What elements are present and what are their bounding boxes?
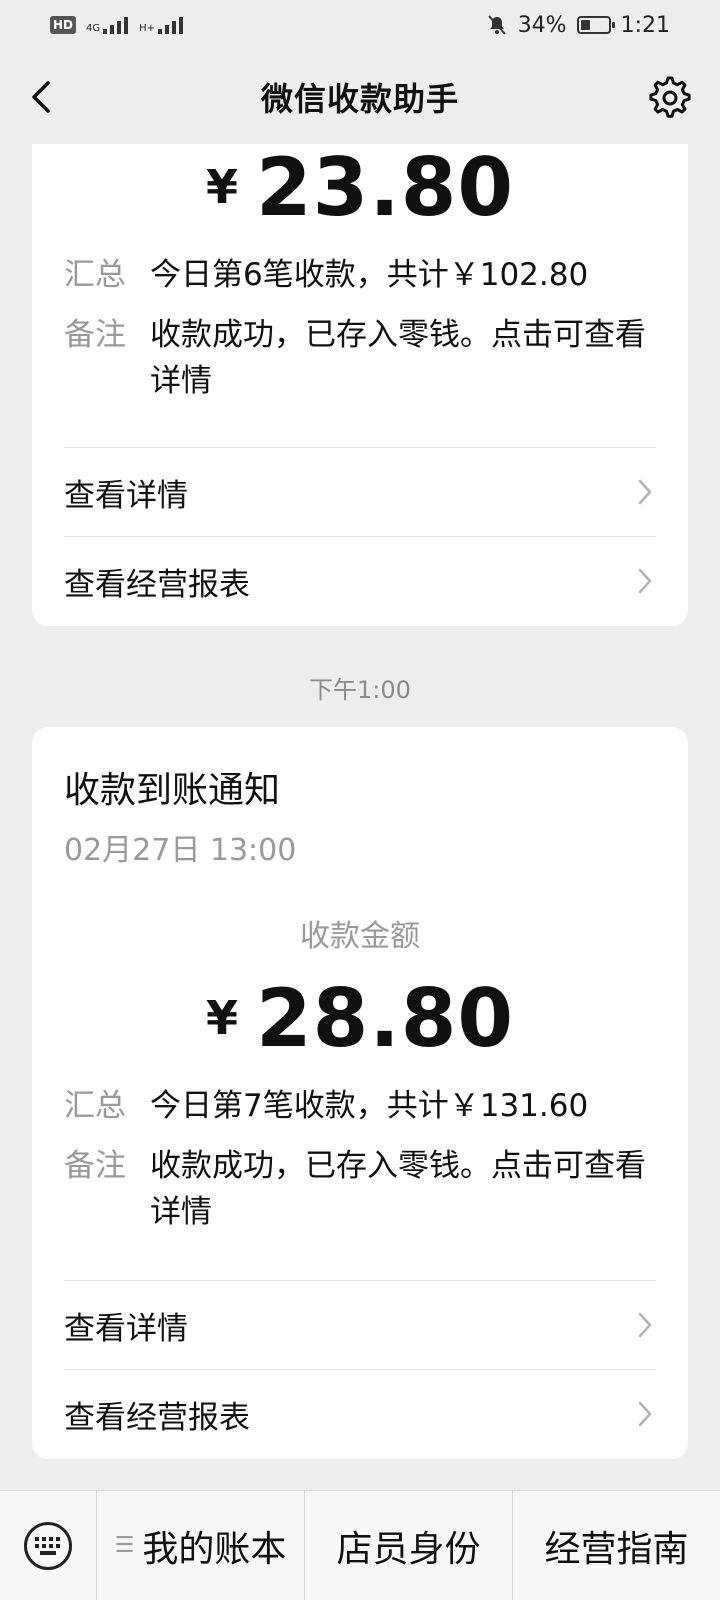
menu-my-ledger[interactable]: ☰ 我的账本 [96, 1491, 304, 1600]
amount-value: 23.80 [255, 141, 515, 234]
note-label: 备注 [64, 1148, 126, 1184]
note-row: 备注 收款成功，已存入零钱。点击可查看详情 [64, 312, 654, 404]
chevron-right-icon [638, 479, 652, 505]
view-report-label: 查看经营报表 [64, 1399, 250, 1436]
signal-4g: 4G [86, 16, 129, 34]
hd-badge: HD [50, 16, 77, 34]
amount-value: 28.80 [255, 972, 515, 1065]
bottom-menu-bar: ☰ 我的账本 店员身份 经营指南 [0, 1490, 720, 1600]
chevron-right-icon [638, 1312, 652, 1338]
view-report-link[interactable]: 查看经营报表 [64, 1370, 656, 1458]
payment-card[interactable]: 收款到账通知 02月27日 13:00 收款金额 ¥ 28.80 汇总 今日第7… [32, 727, 688, 1459]
summary-label: 汇总 [64, 257, 126, 293]
view-report-label: 查看经营报表 [64, 566, 250, 603]
menu-business-guide[interactable]: 经营指南 [512, 1491, 720, 1600]
signal-bars-icon [103, 17, 129, 34]
yen-symbol: ¥ [205, 991, 238, 1045]
note-row: 备注 收款成功，已存入零钱。点击可查看详情 [64, 1143, 654, 1235]
signal-h-plus: H+ [139, 16, 184, 34]
amount-row: ¥ 28.80 [32, 979, 688, 1059]
menu-clerk-identity[interactable]: 店员身份 [304, 1491, 512, 1600]
status-left: HD 4G H+ [50, 16, 184, 34]
note-value: 收款成功，已存入零钱。点击可查看详情 [150, 317, 646, 399]
nav-bar: 微信收款助手 [0, 50, 720, 144]
amount-label: 收款金额 [300, 919, 420, 954]
note-value: 收款成功，已存入零钱。点击可查看详情 [150, 1148, 646, 1230]
chevron-right-icon [638, 1401, 652, 1427]
submenu-lines-icon: ☰ [114, 1533, 135, 1558]
menu-business-guide-label: 经营指南 [544, 1528, 689, 1570]
card-date: 02月27日 13:00 [64, 833, 297, 868]
gear-icon[interactable] [642, 70, 694, 122]
battery-icon [576, 16, 615, 34]
view-report-link[interactable]: 查看经营报表 [64, 537, 656, 625]
yen-symbol: ¥ [205, 160, 238, 214]
battery-percent: 34% [517, 12, 567, 38]
summary-value: 今日第6笔收款，共计￥102.80 [150, 257, 589, 293]
view-details-link[interactable]: 查看详情 [64, 1281, 656, 1369]
note-label: 备注 [64, 317, 126, 353]
keyboard-keys-icon [35, 1536, 60, 1555]
summary-label: 汇总 [64, 1088, 126, 1124]
chevron-right-icon [638, 568, 652, 594]
signal-bars-icon [158, 17, 184, 34]
summary-value: 今日第7笔收款，共计￥131.60 [150, 1088, 589, 1124]
keyboard-icon [24, 1521, 72, 1570]
clock: 1:21 [620, 12, 670, 38]
menu-clerk-identity-label: 店员身份 [336, 1528, 481, 1570]
keyboard-toggle-button[interactable] [0, 1491, 96, 1600]
bell-muted-icon [487, 15, 506, 35]
status-bar: HD 4G H+ 34% 1:21 [0, 0, 720, 50]
page-title: 微信收款助手 [260, 80, 459, 118]
amount-row: ¥ 23.80 [32, 148, 688, 228]
menu-my-ledger-label: 我的账本 [142, 1528, 287, 1570]
message-timestamp: 下午1:00 [309, 676, 411, 704]
summary-row: 汇总 今日第6笔收款，共计￥102.80 [64, 252, 654, 298]
payment-card[interactable]: ¥ 23.80 汇总 今日第6笔收款，共计￥102.80 备注 收款成功，已存入… [32, 144, 688, 626]
card-title: 收款到账通知 [64, 770, 281, 811]
battery-fill [580, 20, 590, 30]
view-details-label: 查看详情 [64, 1310, 188, 1347]
status-right: 34% 1:21 [486, 13, 670, 38]
view-details-label: 查看详情 [64, 477, 188, 514]
view-details-link[interactable]: 查看详情 [64, 448, 656, 536]
chevron-left-icon[interactable] [22, 75, 66, 119]
summary-row: 汇总 今日第7笔收款，共计￥131.60 [64, 1083, 654, 1129]
